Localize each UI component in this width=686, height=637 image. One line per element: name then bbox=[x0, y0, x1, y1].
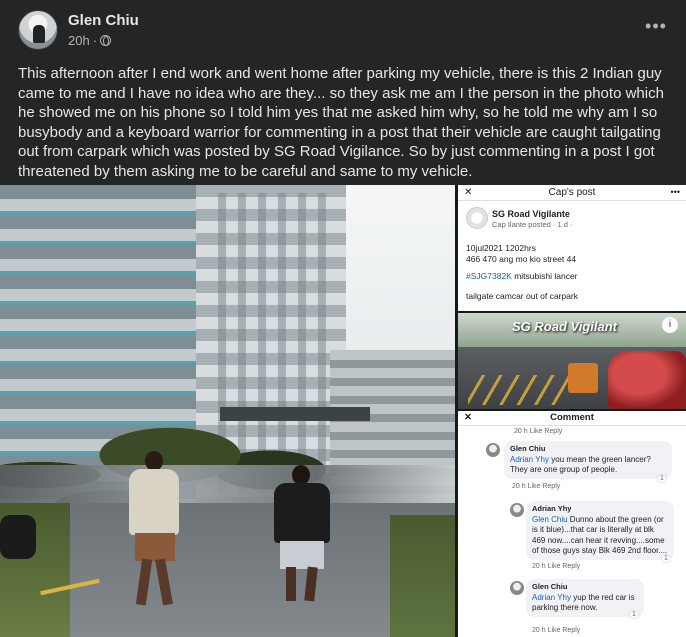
comment-actions[interactable]: 20 h Like Reply bbox=[532, 627, 580, 634]
photo-person-right bbox=[270, 465, 334, 605]
person-head bbox=[145, 451, 163, 471]
person-torso bbox=[129, 469, 179, 535]
plate-hashtag: #SJG7382K bbox=[466, 271, 512, 281]
commenter-avatar bbox=[510, 503, 524, 517]
post-meta: 20h · bbox=[68, 33, 112, 48]
avatar-figure bbox=[33, 25, 45, 43]
commenter-avatar bbox=[486, 443, 500, 457]
comment-mention: Glen Chiu bbox=[532, 514, 568, 524]
comments-bar: ✕ Comment bbox=[458, 411, 686, 426]
person-leg bbox=[135, 558, 153, 606]
facebook-post: Glen Chiu 20h · ••• This afternoon after… bbox=[0, 0, 686, 637]
comment-1: Glen Chiu Adrian Yhy you mean the green l… bbox=[504, 441, 672, 479]
comment-actions[interactable]: 20 h Like Reply bbox=[532, 563, 580, 570]
comment-mention: Adrian Yhy bbox=[510, 454, 549, 464]
post-line-description: tailgate camcar out of carpark bbox=[466, 291, 578, 301]
caps-post-title: Cap's post bbox=[548, 187, 596, 198]
comment-author: Glen Chiu bbox=[532, 582, 568, 591]
page-avatar bbox=[466, 207, 488, 229]
dashcam-road-lines bbox=[468, 375, 568, 405]
person-shorts bbox=[280, 541, 324, 569]
comments-title: Comment bbox=[550, 412, 594, 423]
screenshot-comments[interactable]: ✕ Comment 20 h Like Reply Glen Chiu Adria… bbox=[458, 411, 686, 637]
close-icon[interactable]: ✕ bbox=[464, 411, 472, 425]
more-options-icon[interactable]: ••• bbox=[671, 185, 680, 200]
page-name: SG Road Vigilante bbox=[492, 209, 570, 219]
screenshot-dashcam[interactable]: SG Road Vigilant i bbox=[458, 313, 686, 409]
info-icon: i bbox=[662, 317, 678, 333]
globe-icon[interactable] bbox=[100, 35, 112, 46]
vehicle-model: mitsubishi lancer bbox=[511, 271, 578, 281]
post-line-location: 466 470 ang mo kio street 44 bbox=[466, 254, 577, 264]
street-photo[interactable] bbox=[0, 185, 455, 637]
meta-separator: · bbox=[92, 33, 98, 48]
post-time[interactable]: 20h bbox=[68, 33, 90, 48]
person-leg bbox=[286, 567, 296, 601]
screenshot-caps-post[interactable]: ✕ Cap's post ••• SG Road Vigilante Cap I… bbox=[458, 185, 686, 311]
photo-person-left bbox=[125, 451, 181, 611]
person-torso bbox=[274, 483, 330, 543]
comment-3: Glen Chiu Adrian Yhy yup the red car is p… bbox=[526, 579, 644, 617]
comment-actions[interactable]: 20 h Like Reply bbox=[512, 483, 560, 490]
dashcam-barrier bbox=[568, 363, 598, 393]
comment-actions-partial: 20 h Like Reply bbox=[514, 428, 563, 435]
reaction-count: 1 bbox=[658, 475, 666, 482]
photo-motorbike bbox=[0, 515, 36, 559]
person-leg bbox=[155, 558, 173, 606]
person-head bbox=[292, 465, 310, 485]
post-line-vehicle: #SJG7382K mitsubishi lancer bbox=[466, 271, 578, 282]
post-text: This afternoon after I end work and went… bbox=[18, 65, 664, 180]
caps-post-bar: ✕ Cap's post ••• bbox=[458, 185, 686, 201]
post-line-date: 10jul2021 1202hrs bbox=[466, 243, 536, 253]
reaction-count: 1 bbox=[630, 611, 638, 618]
comment-author: Glen Chiu bbox=[510, 444, 546, 453]
more-options-icon[interactable]: ••• bbox=[644, 16, 668, 36]
close-icon[interactable]: ✕ bbox=[464, 185, 472, 200]
post-header: Glen Chiu 20h · ••• bbox=[18, 10, 668, 54]
comment-2: Adrian Yhy Glen Chiu Dunno about the gree… bbox=[526, 501, 674, 560]
reaction-count: 1 bbox=[662, 555, 670, 562]
photo-shelter bbox=[220, 407, 370, 421]
comment-mention: Adrian Yhy bbox=[532, 592, 571, 602]
person-shorts bbox=[135, 533, 175, 561]
author-avatar[interactable] bbox=[18, 10, 58, 50]
commenter-avatar bbox=[510, 581, 524, 595]
dashcam-red-car bbox=[608, 351, 686, 409]
page-subtitle: Cap Ilante posted · 1 d · bbox=[492, 220, 573, 229]
post-media[interactable]: ✕ Cap's post ••• SG Road Vigilante Cap I… bbox=[0, 185, 686, 637]
person-leg bbox=[304, 566, 318, 602]
dashcam-watermark: SG Road Vigilant bbox=[512, 319, 617, 334]
photo-grass-right bbox=[390, 515, 455, 637]
comment-author: Adrian Yhy bbox=[532, 504, 572, 513]
author-name[interactable]: Glen Chiu bbox=[68, 12, 139, 29]
